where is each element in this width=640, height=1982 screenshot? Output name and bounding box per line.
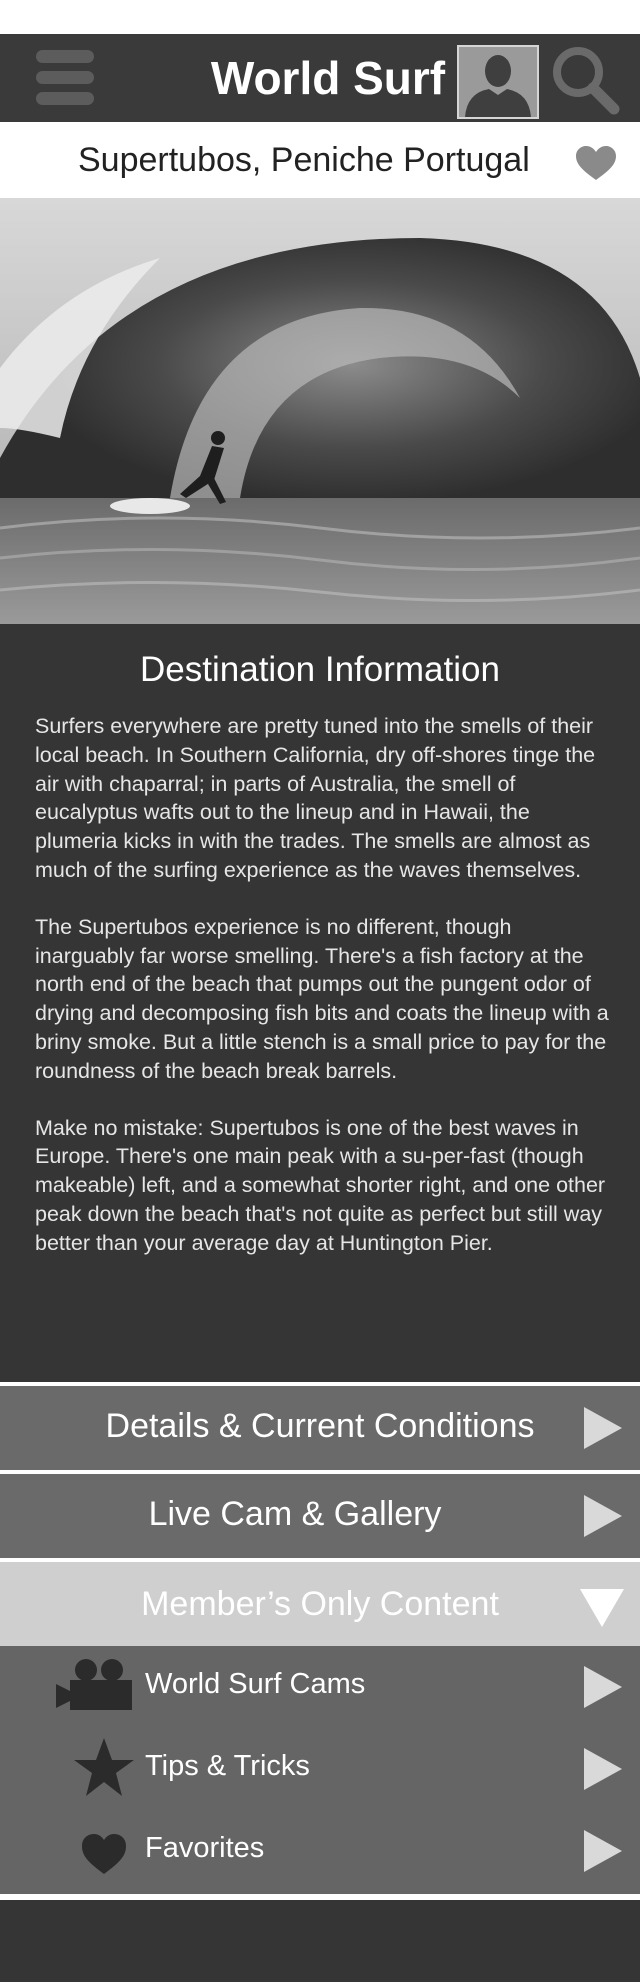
- surfer-wave-photo: [0, 198, 640, 624]
- heart-icon: [56, 1818, 136, 1882]
- live-cam-gallery-button[interactable]: Live Cam & Gallery: [0, 1470, 640, 1558]
- destination-paragraph: Surfers everywhere are pretty tuned into…: [35, 714, 596, 882]
- live-cam-gallery-label: Live Cam & Gallery: [148, 1495, 442, 1533]
- video-camera-icon: [56, 1654, 136, 1718]
- members-only-toggle[interactable]: Member’s Only Content: [0, 1558, 640, 1646]
- chevron-right-icon: [584, 1407, 622, 1449]
- submenu-label: World Surf Cams: [145, 1668, 366, 1700]
- submenu-label: Tips & Tricks: [145, 1750, 310, 1782]
- submenu-label: Favorites: [145, 1832, 265, 1864]
- location-header: Supertubos, Peniche Portugal: [0, 122, 640, 198]
- chevron-down-icon: [580, 1589, 624, 1627]
- chevron-right-icon: [584, 1830, 622, 1872]
- destination-info-panel: Destination Information Surfers everywhe…: [0, 624, 640, 1382]
- footer-bar: [0, 1900, 640, 1982]
- chevron-right-icon: [584, 1666, 622, 1708]
- location-name: Supertubos, Peniche Portugal: [78, 141, 530, 179]
- chevron-right-icon: [584, 1495, 622, 1537]
- user-avatar-icon[interactable]: [457, 45, 539, 119]
- members-only-label: Member’s Only Content: [141, 1585, 499, 1623]
- destination-body: Surfers everywhere are pretty tuned into…: [35, 712, 610, 1286]
- members-submenu: World Surf Cams Tips & Tricks Favorites: [0, 1646, 640, 1894]
- details-conditions-label: Details & Current Conditions: [105, 1407, 535, 1445]
- star-icon: [56, 1736, 136, 1800]
- top-app-bar: World Surf: [0, 34, 640, 122]
- destination-title: Destination Information: [140, 650, 500, 689]
- details-conditions-button[interactable]: Details & Current Conditions: [0, 1382, 640, 1470]
- heart-icon[interactable]: [576, 146, 616, 182]
- submenu-item-favorites[interactable]: Favorites: [0, 1810, 640, 1892]
- destination-paragraph: The Supertubos experience is no differen…: [35, 914, 609, 1083]
- hamburger-menu-icon[interactable]: [36, 50, 94, 108]
- destination-paragraph: Make no mistake: Supertubos is one of th…: [35, 1115, 606, 1255]
- search-icon[interactable]: [548, 44, 622, 118]
- submenu-item-world-surf-cams[interactable]: World Surf Cams: [0, 1646, 640, 1728]
- app-title: World Surf: [210, 52, 446, 104]
- chevron-right-icon: [584, 1748, 622, 1790]
- submenu-item-tips-tricks[interactable]: Tips & Tricks: [0, 1728, 640, 1810]
